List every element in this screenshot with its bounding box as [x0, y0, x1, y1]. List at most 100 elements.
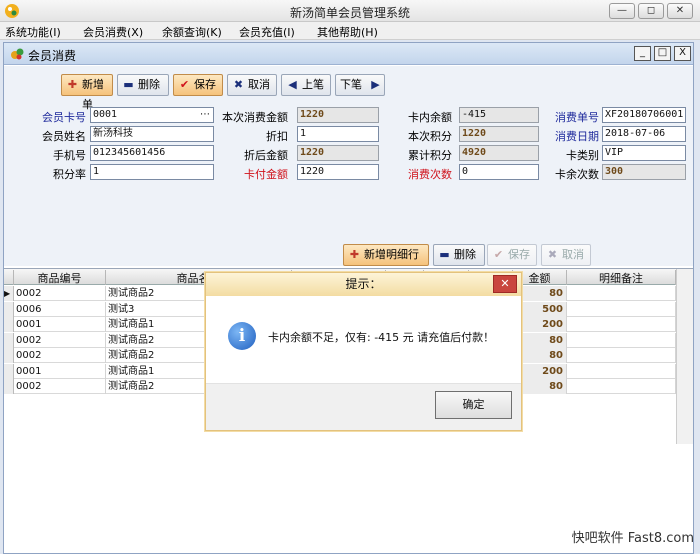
- cell-code[interactable]: 0001: [14, 363, 106, 379]
- watermark: 快吧软件 Fast8.com: [571, 531, 694, 546]
- card-no-field[interactable]: 0001 ⋯: [90, 107, 214, 123]
- plus-icon: ✚: [349, 248, 360, 261]
- minimize-button[interactable]: —: [609, 3, 635, 19]
- phone-field[interactable]: 012345601456: [90, 145, 214, 161]
- check-icon: ✔: [179, 78, 190, 91]
- cell-code[interactable]: 0002: [14, 348, 106, 363]
- minus-icon: ▬: [439, 248, 450, 261]
- menu-member-consume[interactable]: 会员消费(X): [83, 24, 143, 40]
- x-icon: ✖: [547, 248, 558, 261]
- header-corner: [4, 270, 14, 285]
- row-header[interactable]: [4, 317, 14, 332]
- bill-no-label: 消费单号: [555, 111, 599, 124]
- window-title: 新汤简单会员管理系统: [289, 6, 410, 20]
- row-header[interactable]: [4, 348, 14, 363]
- date-field[interactable]: 2018-07-06: [602, 126, 686, 142]
- minus-icon: ▬: [123, 78, 134, 91]
- ok-button[interactable]: 确定: [435, 391, 512, 419]
- child-title: 会员消费: [28, 49, 77, 63]
- row-header[interactable]: [4, 301, 14, 317]
- consume-amount-field: 1220: [297, 107, 379, 123]
- menu-system[interactable]: 系统功能(I): [5, 24, 61, 40]
- cell-code[interactable]: 0006: [14, 301, 106, 317]
- current-row-indicator-icon[interactable]: ▶: [4, 286, 14, 301]
- discount-field[interactable]: 1: [297, 126, 379, 142]
- cell-code[interactable]: 0001: [14, 317, 106, 332]
- consume-icon: [11, 48, 24, 60]
- consume-form: ✚ 新增单 ▬ 删除 ✔ 保存 ✖ 取消 ◀ 上笔 下笔 ▶ 会员卡号 0001 ⋯ 会员姓名…: [4, 66, 693, 281]
- child-maximize-button[interactable]: □: [654, 46, 671, 61]
- card-no-label: 会员卡号: [42, 111, 86, 124]
- card-balance-field: -415: [459, 107, 539, 123]
- card-left-times-field: 300: [602, 164, 686, 180]
- save-label: 保存: [194, 78, 216, 91]
- points-total-label: 累计积分: [408, 149, 452, 162]
- cell-code[interactable]: 0002: [14, 332, 106, 348]
- dialog-message: 卡内余额不足，仅有: -415 元 请充值后付款！: [268, 331, 495, 344]
- detail-cancel-button[interactable]: ✖ 取消: [541, 244, 591, 266]
- delete-button[interactable]: ▬ 删除: [117, 74, 169, 96]
- child-minimize-button[interactable]: _: [634, 46, 651, 61]
- child-title-bar: 会员消费 _ □ X: [4, 43, 693, 65]
- consume-times-field[interactable]: 0: [459, 164, 539, 180]
- plus-icon: ✚: [67, 78, 78, 91]
- phone-label: 手机号: [53, 149, 86, 162]
- card-lookup-icon[interactable]: ⋯: [200, 108, 210, 122]
- delete-row-button[interactable]: ▬删除行: [433, 244, 485, 281]
- add-detail-row-button[interactable]: ✚ 新增明细行: [343, 244, 429, 266]
- after-discount-field: 1220: [297, 145, 379, 161]
- cell-note[interactable]: [567, 301, 676, 317]
- detail-save-button[interactable]: ✔ 保存: [487, 244, 537, 266]
- cell-code[interactable]: 0002: [14, 286, 106, 301]
- after-discount-label: 折后金额: [244, 149, 288, 162]
- row-header[interactable]: [4, 379, 14, 394]
- dialog-title-bar: 提示： ✕: [206, 273, 521, 296]
- info-icon: i: [228, 322, 256, 350]
- detail-cancel-label: 取消: [562, 248, 584, 261]
- cell-note[interactable]: [567, 379, 676, 394]
- card-type-field[interactable]: VIP: [602, 145, 686, 161]
- menu-balance-query[interactable]: 余额查询(K): [162, 24, 222, 40]
- consume-times-label: 消费次数: [408, 168, 452, 181]
- consume-amount-label: 本次消费金额: [222, 111, 288, 124]
- points-this-label: 本次积分: [408, 130, 452, 143]
- prev-record-button[interactable]: ◀ 上笔: [281, 74, 331, 96]
- save-button[interactable]: ✔ 保存: [173, 74, 223, 96]
- next-record-button[interactable]: 下笔 ▶: [335, 74, 385, 96]
- prev-label: 上笔: [302, 78, 324, 91]
- name-field[interactable]: 新汤科技: [90, 126, 214, 142]
- card-left-times-label: 卡余次数: [555, 168, 599, 181]
- discount-label: 折扣: [266, 130, 288, 143]
- col-header-code[interactable]: 商品编号: [14, 270, 106, 285]
- row-header[interactable]: [4, 332, 14, 348]
- card-pay-field[interactable]: 1220: [297, 164, 379, 180]
- points-rate-field[interactable]: 1: [90, 164, 214, 180]
- menu-member-recharge[interactable]: 会员充值(I): [239, 24, 295, 40]
- close-button[interactable]: ✕: [667, 3, 693, 19]
- cell-note[interactable]: [567, 348, 676, 363]
- x-icon: ✖: [233, 78, 244, 91]
- points-this-field: 1220: [459, 126, 539, 142]
- maximize-button[interactable]: ◻: [638, 3, 664, 19]
- add-bill-button[interactable]: ✚ 新增单: [61, 74, 113, 111]
- cancel-button[interactable]: ✖ 取消: [227, 74, 277, 96]
- cell-note[interactable]: [567, 332, 676, 348]
- bill-no-field[interactable]: XF20180706001: [602, 107, 686, 123]
- dialog-body: i 卡内余额不足，仅有: -415 元 请充值后付款！: [206, 297, 521, 383]
- card-type-label: 卡类别: [566, 149, 599, 162]
- col-header-note[interactable]: 明细备注: [567, 270, 676, 285]
- cell-note[interactable]: [567, 363, 676, 379]
- cell-code[interactable]: 0002: [14, 379, 106, 394]
- detail-save-label: 保存: [508, 248, 530, 261]
- vertical-scrollbar[interactable]: [676, 269, 693, 444]
- dialog-title: 提示：: [345, 277, 382, 291]
- child-close-button[interactable]: X: [674, 46, 691, 61]
- dialog-close-button[interactable]: ✕: [493, 275, 517, 293]
- prev-arrow-icon: ◀: [288, 78, 297, 91]
- menu-help[interactable]: 其他帮助(H): [317, 24, 378, 40]
- cell-note[interactable]: [567, 286, 676, 301]
- name-label: 会员姓名: [42, 130, 86, 143]
- cell-note[interactable]: [567, 317, 676, 332]
- row-header[interactable]: [4, 363, 14, 379]
- card-balance-label: 卡内余额: [408, 111, 452, 124]
